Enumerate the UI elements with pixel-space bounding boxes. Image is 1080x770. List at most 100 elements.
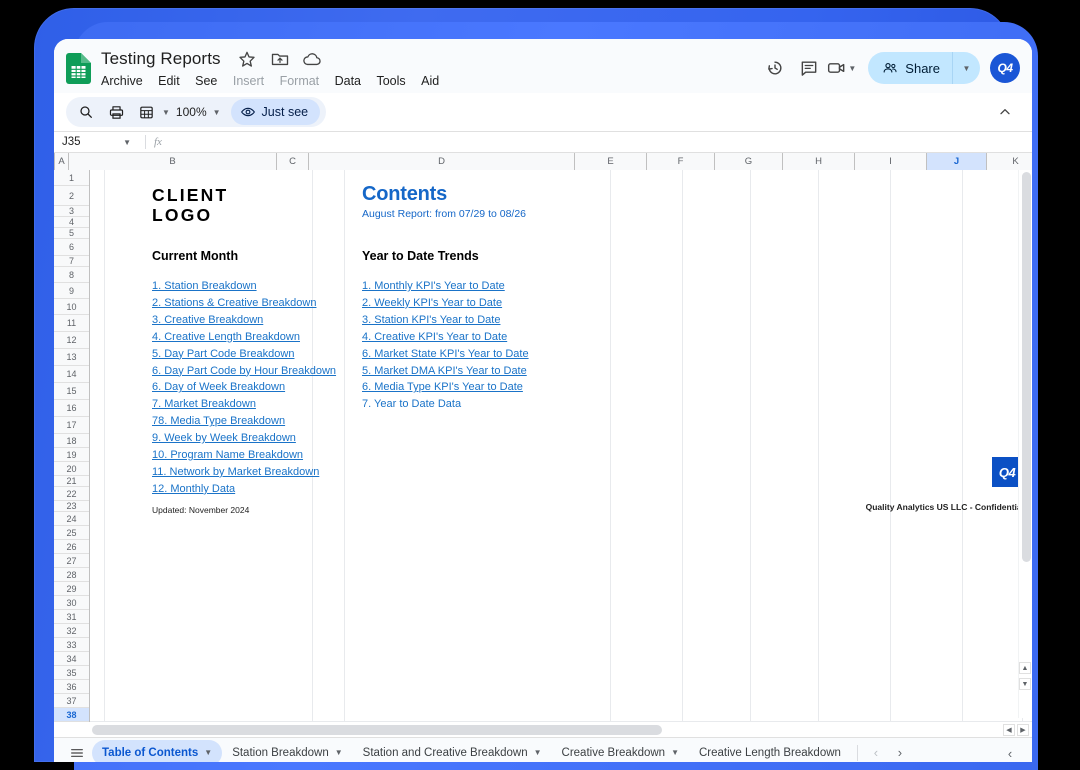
menu-item-data[interactable]: Data bbox=[335, 72, 367, 91]
row-header-11[interactable]: 11 bbox=[54, 315, 89, 332]
row-header-17[interactable]: 17 bbox=[54, 417, 89, 434]
sheet-list-overflow-button[interactable]: ‹ bbox=[998, 741, 1022, 762]
row-header-28[interactable]: 28 bbox=[54, 568, 89, 582]
chevron-down-icon[interactable]: ▼ bbox=[671, 748, 679, 757]
link-current-month-9[interactable]: 78. Media Type Breakdown bbox=[152, 415, 285, 427]
row-header-26[interactable]: 26 bbox=[54, 540, 89, 554]
chevron-down-icon[interactable]: ▼ bbox=[335, 748, 343, 757]
sheet-canvas[interactable]: CLIENT LOGO Contents August Report: from… bbox=[90, 170, 1032, 737]
link-current-month-11[interactable]: 10. Program Name Breakdown bbox=[152, 449, 303, 461]
select-all-corner[interactable] bbox=[54, 153, 55, 170]
link-ytd-7[interactable]: 6. Media Type KPI's Year to Date bbox=[362, 381, 523, 393]
row-header-16[interactable]: 16 bbox=[54, 400, 89, 417]
column-header-h[interactable]: H bbox=[783, 153, 855, 170]
print-icon[interactable] bbox=[102, 99, 130, 125]
chevron-down-icon[interactable]: ▼ bbox=[204, 748, 212, 757]
link-current-month-2[interactable]: 2. Stations & Creative Breakdown bbox=[152, 297, 316, 309]
link-current-month-12[interactable]: 11. Network by Market Breakdown bbox=[152, 466, 319, 478]
chevron-down-icon[interactable]: ▼ bbox=[162, 108, 170, 117]
row-header-10[interactable]: 10 bbox=[54, 299, 89, 315]
share-button[interactable]: Share bbox=[868, 52, 952, 84]
menu-item-tools[interactable]: Tools bbox=[376, 72, 411, 91]
sheet-tab-creative-breakdown[interactable]: Creative Breakdown ▼ bbox=[552, 740, 689, 763]
comment-icon[interactable] bbox=[792, 51, 826, 85]
link-ytd-4[interactable]: 4. Creative KPI's Year to Date bbox=[362, 331, 507, 343]
vertical-scrollbar-thumb[interactable] bbox=[1022, 172, 1031, 562]
row-header-24[interactable]: 24 bbox=[54, 512, 89, 526]
horizontal-scrollbar[interactable]: ◀ ▶ bbox=[90, 721, 1032, 737]
menu-item-insert[interactable]: Insert bbox=[233, 72, 270, 91]
collapse-toolbar-button[interactable] bbox=[992, 99, 1018, 125]
column-header-a[interactable]: A bbox=[55, 153, 69, 170]
row-header-38[interactable]: 38 bbox=[54, 708, 89, 722]
menu-item-aid[interactable]: Aid bbox=[421, 72, 445, 91]
chevron-down-icon[interactable]: ▼ bbox=[213, 108, 221, 117]
star-icon[interactable] bbox=[237, 49, 257, 69]
link-current-month-7[interactable]: 6. Day of Week Breakdown bbox=[152, 381, 285, 393]
row-header-30[interactable]: 30 bbox=[54, 596, 89, 610]
column-header-j[interactable]: J bbox=[927, 153, 987, 170]
link-ytd-1[interactable]: 1. Monthly KPI's Year to Date bbox=[362, 280, 505, 292]
menu-item-archive[interactable]: Archive bbox=[101, 72, 149, 91]
row-header-15[interactable]: 15 bbox=[54, 383, 89, 400]
link-current-month-13[interactable]: 12. Monthly Data bbox=[152, 483, 235, 495]
row-header-2[interactable]: 2 bbox=[54, 186, 89, 206]
row-header-29[interactable]: 29 bbox=[54, 582, 89, 596]
sheet-tab-creative-length-breakdown[interactable]: Creative Length Breakdown bbox=[689, 740, 851, 763]
scroll-up-arrow-icon[interactable]: ▲ bbox=[1019, 662, 1031, 674]
column-header-g[interactable]: G bbox=[715, 153, 783, 170]
menu-item-see[interactable]: See bbox=[195, 72, 223, 91]
link-current-month-10[interactable]: 9. Week by Week Breakdown bbox=[152, 432, 296, 444]
search-icon[interactable] bbox=[72, 99, 100, 125]
all-sheets-icon[interactable] bbox=[62, 740, 92, 763]
row-header-37[interactable]: 37 bbox=[54, 694, 89, 708]
row-header-14[interactable]: 14 bbox=[54, 366, 89, 383]
sheet-tab-station-breakdown[interactable]: Station Breakdown ▼ bbox=[222, 740, 352, 763]
sheet-tab-table-of-contents[interactable]: Table of Contents ▼ bbox=[92, 739, 223, 762]
link-ytd-5[interactable]: 6. Market State KPI's Year to Date bbox=[362, 348, 529, 360]
row-header-12[interactable]: 12 bbox=[54, 332, 89, 349]
row-header-27[interactable]: 27 bbox=[54, 554, 89, 568]
link-current-month-5[interactable]: 5. Day Part Code Breakdown bbox=[152, 348, 294, 360]
column-header-d[interactable]: D bbox=[309, 153, 575, 170]
menu-item-format[interactable]: Format bbox=[280, 72, 326, 91]
row-header-1[interactable]: 1 bbox=[54, 170, 89, 186]
previous-sheet-button[interactable]: ‹ bbox=[864, 741, 888, 763]
column-header-c[interactable]: C bbox=[277, 153, 309, 170]
row-header-3[interactable]: 3 bbox=[54, 206, 89, 217]
name-box[interactable]: J35 ▼ bbox=[62, 136, 137, 148]
link-ytd-6[interactable]: 5. Market DMA KPI's Year to Date bbox=[362, 365, 527, 377]
row-header-20[interactable]: 20 bbox=[54, 462, 89, 476]
link-current-month-3[interactable]: 3. Creative Breakdown bbox=[152, 314, 263, 326]
column-header-f[interactable]: F bbox=[647, 153, 715, 170]
link-ytd-3[interactable]: 3. Station KPI's Year to Date bbox=[362, 314, 500, 326]
next-sheet-button[interactable]: › bbox=[888, 741, 912, 763]
row-header-7[interactable]: 7 bbox=[54, 256, 89, 267]
share-dropdown-button[interactable]: ▼ bbox=[952, 52, 980, 84]
zoom-level[interactable]: 100% bbox=[172, 105, 211, 119]
row-header-8[interactable]: 8 bbox=[54, 267, 89, 283]
row-header-32[interactable]: 32 bbox=[54, 624, 89, 638]
chevron-down-icon[interactable]: ▼ bbox=[534, 748, 542, 757]
link-ytd-8[interactable]: 7. Year to Date Data bbox=[362, 398, 461, 410]
link-ytd-2[interactable]: 2. Weekly KPI's Year to Date bbox=[362, 297, 502, 309]
start-meeting-button[interactable]: ▼ bbox=[826, 58, 860, 78]
row-header-23[interactable]: 23 bbox=[54, 501, 89, 512]
version-history-icon[interactable] bbox=[758, 51, 792, 85]
scroll-down-arrow-icon[interactable]: ▼ bbox=[1019, 678, 1031, 690]
horizontal-scrollbar-thumb[interactable] bbox=[92, 725, 662, 735]
link-current-month-8[interactable]: 7. Market Breakdown bbox=[152, 398, 256, 410]
row-header-25[interactable]: 25 bbox=[54, 526, 89, 540]
link-current-month-6[interactable]: 6. Day Part Code by Hour Breakdown bbox=[152, 365, 336, 377]
row-header-35[interactable]: 35 bbox=[54, 666, 89, 680]
row-header-9[interactable]: 9 bbox=[54, 283, 89, 299]
row-header-18[interactable]: 18 bbox=[54, 434, 89, 448]
row-header-6[interactable]: 6 bbox=[54, 239, 89, 256]
column-header-i[interactable]: I bbox=[855, 153, 927, 170]
row-header-36[interactable]: 36 bbox=[54, 680, 89, 694]
row-header-4[interactable]: 4 bbox=[54, 217, 89, 228]
menu-item-edit[interactable]: Edit bbox=[158, 72, 186, 91]
document-title[interactable]: Testing Reports bbox=[101, 49, 221, 69]
row-header-13[interactable]: 13 bbox=[54, 349, 89, 366]
column-header-e[interactable]: E bbox=[575, 153, 647, 170]
